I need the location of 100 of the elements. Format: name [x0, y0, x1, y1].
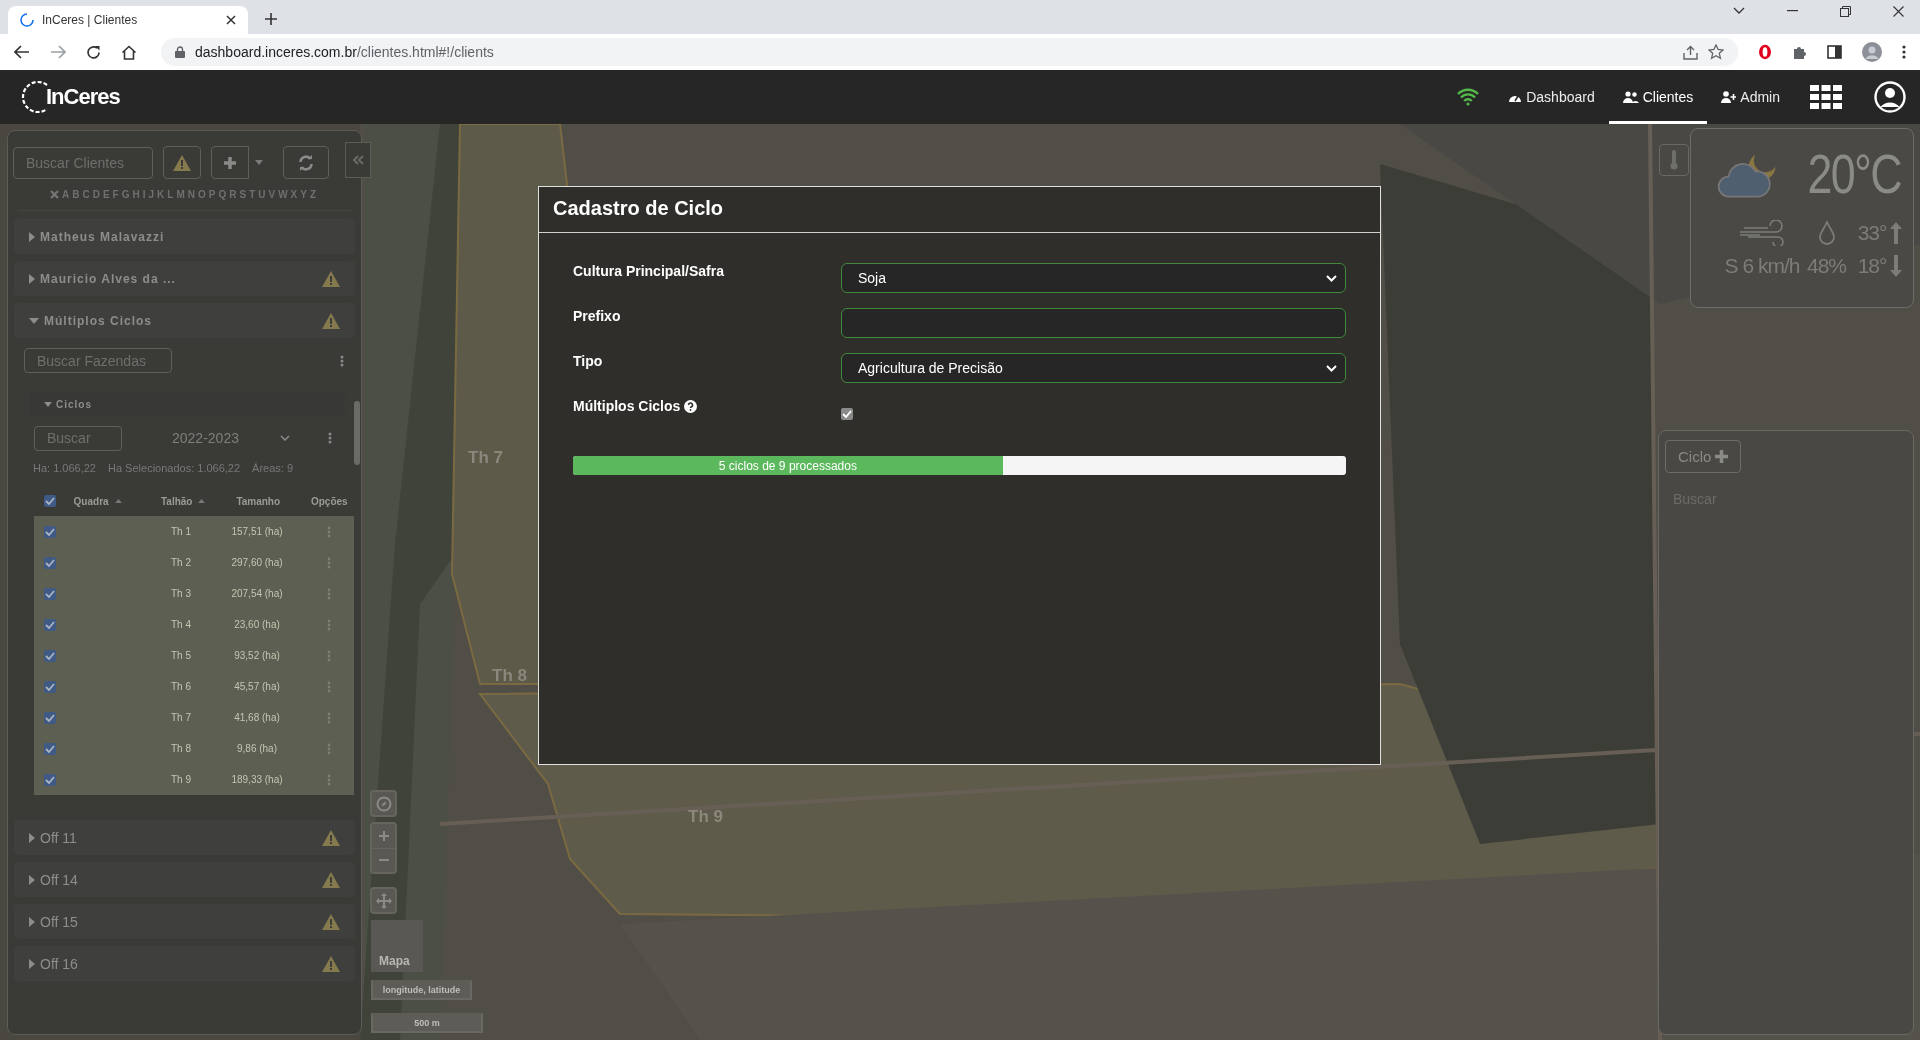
letter-filter[interactable]: N: [187, 189, 195, 200]
checkbox[interactable]: [44, 618, 56, 631]
letter-filter[interactable]: L: [167, 189, 174, 200]
letter-filter[interactable]: A: [62, 189, 70, 200]
checkbox[interactable]: [43, 495, 56, 507]
letter-filter[interactable]: W: [278, 189, 288, 200]
table-row[interactable]: Th 1 157,51 (ha): [34, 516, 354, 547]
letter-filter[interactable]: X: [290, 189, 298, 200]
modal-title: Cadastro de Ciclo: [539, 187, 1380, 233]
nav-tab[interactable]: Admin: [1707, 70, 1794, 124]
client-row[interactable]: Off 15: [14, 904, 355, 939]
letter-filter[interactable]: Z: [309, 189, 317, 200]
share-icon[interactable]: [1683, 44, 1698, 60]
nav-tab[interactable]: Dashboard: [1494, 70, 1609, 124]
letter-filter[interactable]: G: [121, 189, 130, 200]
restore-icon[interactable]: [1840, 5, 1851, 17]
caret-icon[interactable]: [255, 160, 263, 165]
user-icon[interactable]: [1874, 81, 1906, 113]
reload-icon[interactable]: [86, 44, 101, 60]
table-row[interactable]: Th 5 93,52 (ha): [34, 640, 354, 671]
checkbox[interactable]: [44, 649, 56, 662]
client-row[interactable]: Off 16: [14, 946, 355, 981]
checkbox[interactable]: [44, 773, 56, 786]
client-row[interactable]: Off 11: [14, 820, 355, 855]
add-cycle-button[interactable]: Ciclo: [1665, 440, 1742, 473]
client-row[interactable]: Mauricio Alves da ...: [14, 261, 355, 296]
select-field[interactable]: Soja: [841, 263, 1346, 293]
apps-grid-icon[interactable]: [1810, 85, 1842, 109]
table-row[interactable]: Th 3 207,54 (ha): [34, 578, 354, 609]
letter-filter[interactable]: R: [229, 189, 237, 200]
table-row[interactable]: Th 9 189,33 (ha): [34, 764, 354, 795]
home-icon[interactable]: [121, 44, 137, 60]
table-row[interactable]: Th 4 23,60 (ha): [34, 609, 354, 640]
refresh-button[interactable]: [283, 146, 329, 179]
checkbox[interactable]: [44, 680, 56, 693]
letter-filter[interactable]: C: [82, 189, 90, 200]
table-row[interactable]: Th 6 45,57 (ha): [34, 671, 354, 702]
logo-text[interactable]: InCeres: [46, 84, 120, 110]
checkbox[interactable]: [44, 711, 56, 724]
letter-filter[interactable]: D: [92, 189, 100, 200]
avatar-icon[interactable]: [1862, 42, 1882, 62]
compass-button[interactable]: [370, 790, 397, 817]
letter-filter[interactable]: B: [72, 189, 80, 200]
stat-text: Ha: 1.066,22: [33, 462, 96, 474]
drop-icon: [1818, 221, 1835, 245]
letter-filter[interactable]: F: [112, 189, 119, 200]
checkbox[interactable]: [44, 742, 56, 755]
close-icon[interactable]: [1893, 5, 1904, 17]
scale-bar: 500 m: [371, 1013, 483, 1033]
letter-filter[interactable]: K: [157, 189, 165, 200]
letter-filter[interactable]: U: [258, 189, 266, 200]
letter-filter[interactable]: J: [148, 189, 155, 200]
browser-tab[interactable]: InCeres | Clientes: [8, 6, 248, 34]
checkbox[interactable]: [44, 525, 56, 538]
new-tab-icon[interactable]: [264, 12, 278, 26]
forward-icon[interactable]: [50, 45, 66, 59]
letter-filter[interactable]: E: [102, 189, 110, 200]
letter-filter[interactable]: Q: [218, 189, 227, 200]
letter-filter[interactable]: T: [249, 189, 256, 200]
more-icon[interactable]: [1902, 45, 1906, 59]
table-cell-text: 189,33 (ha): [230, 774, 284, 785]
letter-filter[interactable]: V: [268, 189, 276, 200]
thermometer-button[interactable]: [1659, 144, 1689, 176]
minimize-icon[interactable]: [1787, 10, 1798, 12]
column-header[interactable]: Opções: [304, 495, 354, 507]
scrollbar[interactable]: [354, 401, 360, 465]
column-header[interactable]: Tamanho: [211, 495, 305, 507]
sidebar-icon[interactable]: [1827, 45, 1842, 59]
clear-icon[interactable]: [50, 190, 59, 199]
table-row[interactable]: Th 8 9,86 (ha): [34, 733, 354, 764]
letter-filter[interactable]: Y: [300, 189, 307, 200]
star-icon[interactable]: [1708, 44, 1724, 60]
client-row[interactable]: Matheus Malavazzi: [14, 219, 355, 254]
add-button[interactable]: [211, 146, 249, 179]
column-header[interactable]: Quadra: [65, 495, 151, 507]
table-row[interactable]: Th 7 41,68 (ha): [34, 702, 354, 733]
minimap-button[interactable]: Mapa: [371, 920, 423, 972]
checkbox[interactable]: [44, 556, 56, 569]
collapse-button[interactable]: [345, 142, 371, 178]
address-field[interactable]: dashboard.inceres.com.br/clientes.html#!/clients: [161, 38, 1738, 66]
letter-filter[interactable]: S: [239, 189, 247, 200]
client-row[interactable]: Múltiplos Ciclos: [14, 303, 355, 338]
letter-filter[interactable]: P: [208, 189, 216, 200]
letter-filter[interactable]: M: [176, 189, 185, 200]
letter-filter[interactable]: H: [132, 189, 140, 200]
chevron-down-icon[interactable]: [1733, 7, 1745, 15]
close-icon[interactable]: [226, 15, 236, 25]
letter-filter[interactable]: O: [198, 189, 206, 200]
text-field[interactable]: [841, 308, 1346, 338]
puzzle-icon[interactable]: [1792, 44, 1807, 60]
checkbox[interactable]: [44, 587, 56, 600]
ring-icon[interactable]: [1758, 44, 1772, 60]
warning-filter-button[interactable]: [163, 146, 201, 179]
client-row[interactable]: Off 14: [14, 862, 355, 897]
select-field[interactable]: Agricultura de Precisão: [841, 353, 1346, 383]
table-row[interactable]: Th 2 297,60 (ha): [34, 547, 354, 578]
column-header[interactable]: Talhão: [150, 495, 212, 507]
pan-button[interactable]: [370, 887, 397, 914]
back-icon[interactable]: [14, 45, 30, 59]
plus-icon: [1715, 450, 1729, 463]
